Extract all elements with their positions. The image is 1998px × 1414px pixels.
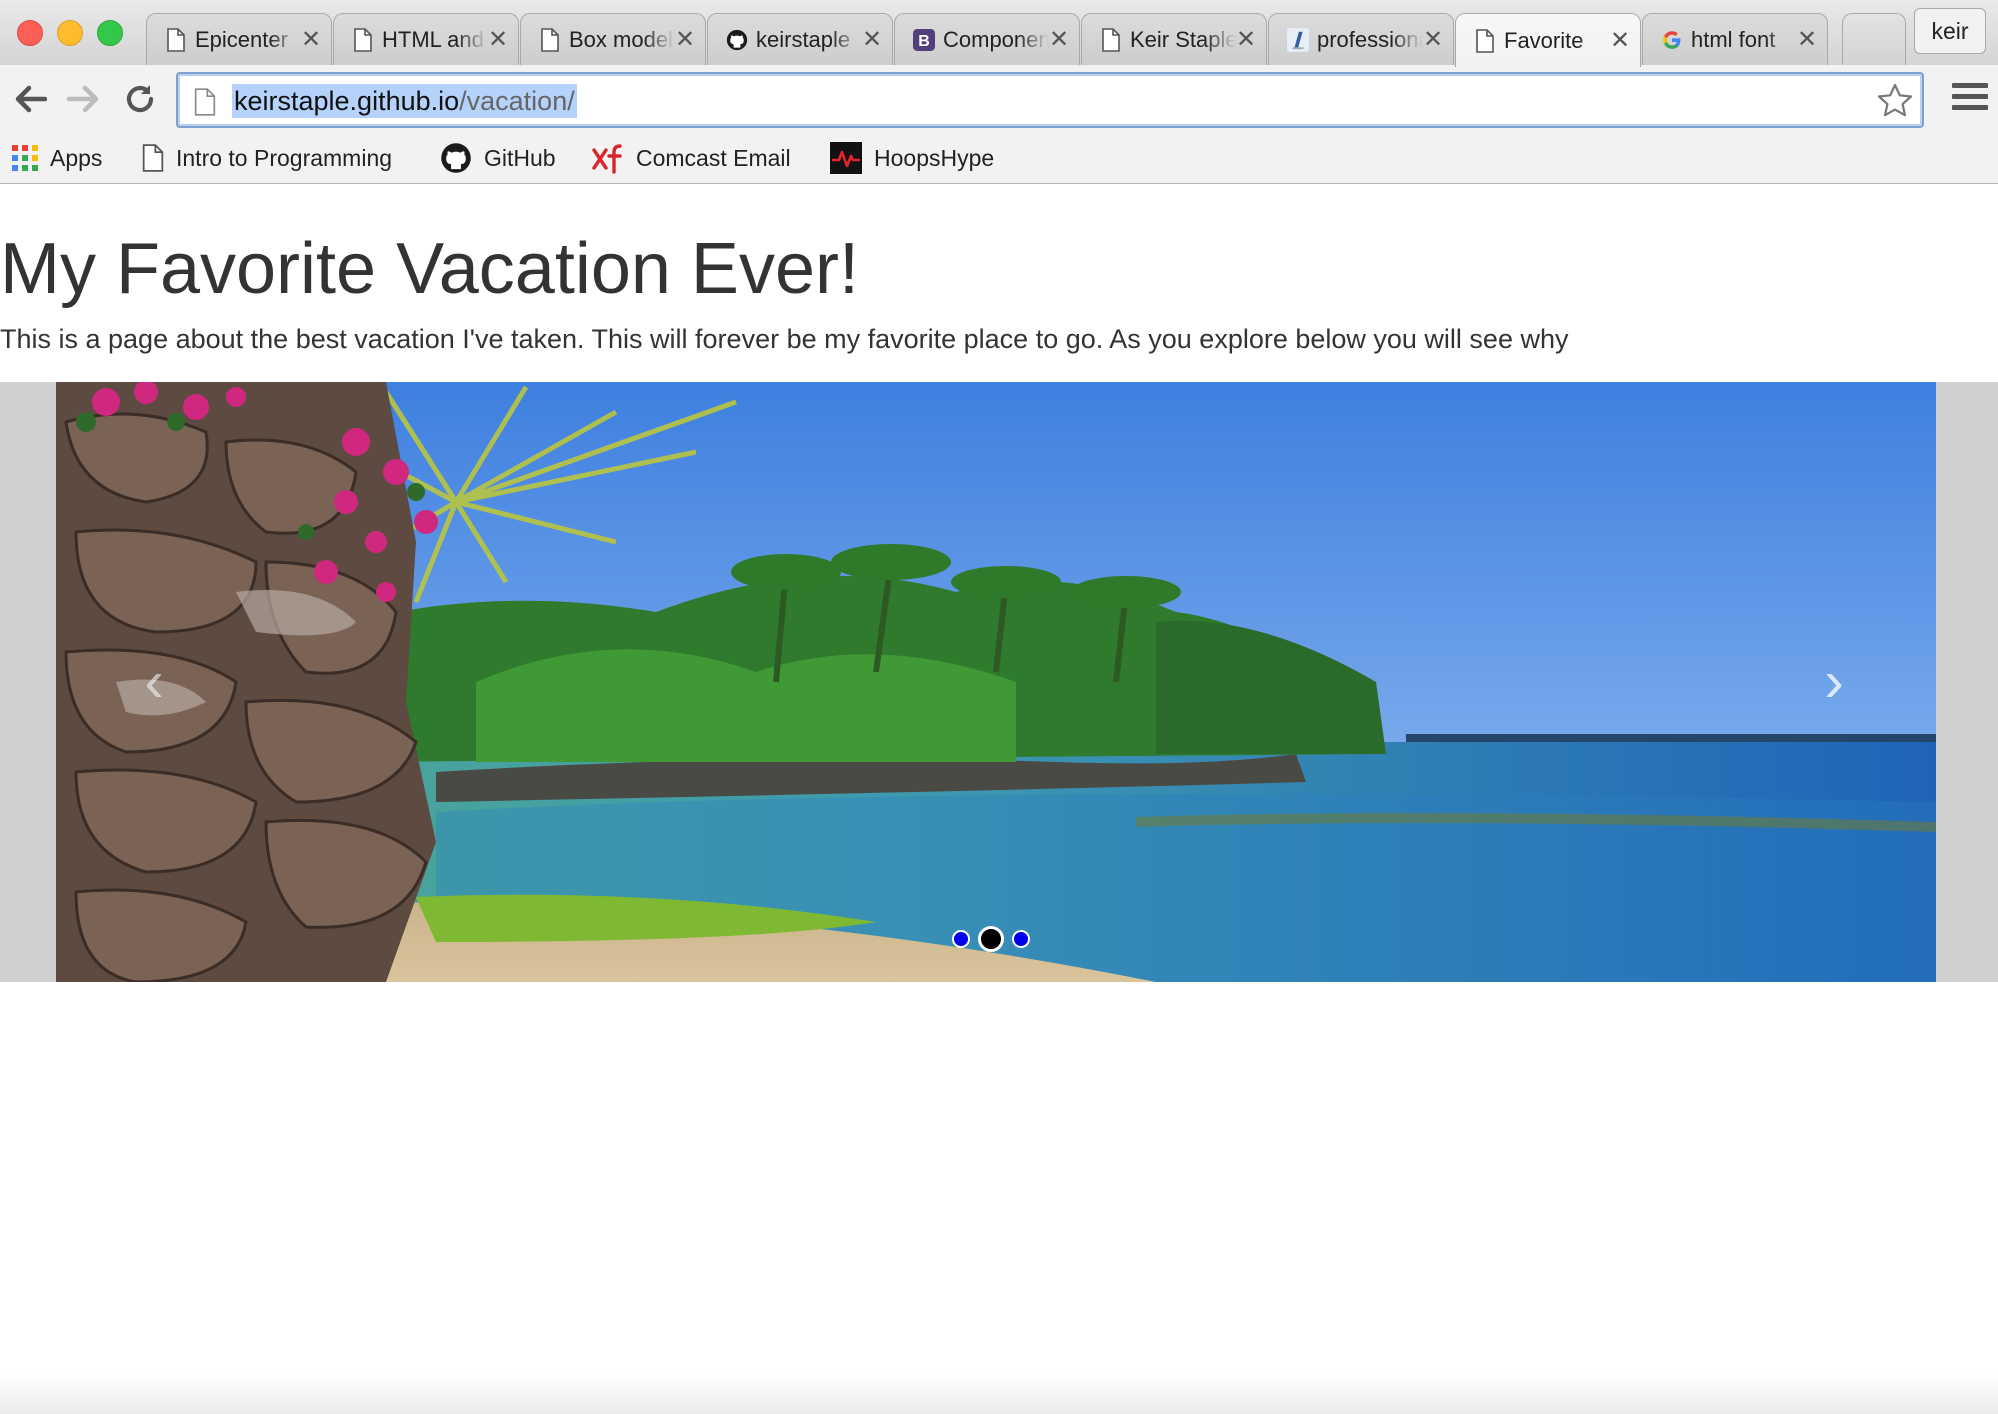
back-arrow-icon [15,85,47,113]
close-window-button[interactable] [17,20,43,46]
page-icon [165,27,187,53]
reload-button[interactable] [120,79,160,119]
forward-arrow-icon [67,85,99,113]
carousel-indicator-1[interactable] [952,930,970,948]
browser-toolbar: keirstaple.github.io/vacation/ [0,65,1998,135]
tab-close-icon[interactable]: ✕ [1049,27,1069,52]
bookmarks-bar: Apps Intro to Programming GitHub Comcast… [0,135,1998,184]
tab-close-icon[interactable]: ✕ [1797,27,1817,52]
new-tab-button[interactable] [1842,13,1906,65]
tab-close-icon[interactable]: ✕ [862,27,882,52]
bookmark-intro-to-programming[interactable]: Intro to Programming [142,135,392,181]
tab-5[interactable]: B Components ✕ [894,13,1080,65]
bookmark-star-icon[interactable] [1876,82,1914,125]
carousel-next-button[interactable]: › [1804,652,1864,712]
chrome-menu-icon[interactable] [1952,83,1988,117]
tab-2[interactable]: HTML and ✕ [333,13,519,65]
address-url[interactable]: keirstaple.github.io/vacation/ [232,84,577,118]
tab-close-icon[interactable]: ✕ [301,27,321,52]
tab-title: Epicenter [195,26,288,52]
page-icon [1100,27,1122,53]
tab-3[interactable]: Box model ✕ [520,13,706,65]
tab-title: Favorite [1504,27,1584,53]
carousel-slide-image [56,382,1936,982]
intro-paragraph: This is a page about the best vacation I… [0,324,1569,354]
page-icon [194,88,216,121]
bookmark-apps[interactable]: Apps [12,135,102,181]
tab-close-icon[interactable]: ✕ [1236,27,1256,52]
google-icon [1661,27,1683,53]
page-icon [539,27,561,53]
address-bar[interactable]: keirstaple.github.io/vacation/ [176,72,1924,128]
bookmark-label: GitHub [484,144,556,171]
browser-title-bar: Epicenter ✕ HTML and ✕ Box model ✕ keirs… [0,0,1998,67]
github-icon [726,27,748,53]
tab-9[interactable]: html font ✕ [1642,13,1828,65]
carousel-prev-button[interactable]: ‹ [124,652,184,712]
chevron-left-icon: ‹ [144,649,164,714]
carousel-indicator-2-active[interactable] [978,926,1004,952]
forward-button[interactable] [64,79,104,119]
page-content: My Favorite Vacation Ever! This is a pag… [0,184,1998,1414]
carousel-indicator-3[interactable] [1012,930,1030,948]
xfinity-icon [592,142,624,174]
tab-title: professional [1317,26,1423,52]
hoopshype-icon [830,142,862,174]
address-host: keirstaple.github.io [234,86,460,116]
reload-icon [126,85,154,113]
carousel-indicators [952,926,1030,952]
page-title: My Favorite Vacation Ever! [0,229,859,309]
tab-title: Keir Staple [1130,26,1236,52]
tab-title: keirstaple [756,26,851,52]
bookmark-hoopshype[interactable]: HoopsHype [830,135,994,181]
svg-text:B: B [918,31,930,49]
bookmark-github[interactable]: GitHub [440,135,556,181]
bookmark-label: Comcast Email [636,144,791,171]
tab-7[interactable]: professional ✕ [1268,13,1454,65]
github-icon [440,142,472,174]
back-button[interactable] [10,79,50,119]
window-bottom-edge [0,1374,1998,1414]
tab-1[interactable]: Epicenter ✕ [146,13,332,65]
page-icon [142,144,164,172]
tab-title: Box model [569,26,673,52]
tab-6[interactable]: Keir Staple ✕ [1081,13,1267,65]
tab-close-icon[interactable]: ✕ [488,27,508,52]
chevron-right-icon: › [1824,649,1844,714]
apps-grid-icon [12,145,38,171]
bookmark-comcast-email[interactable]: Comcast Email [592,135,791,181]
address-path: /vacation/ [459,86,575,116]
tab-close-icon[interactable]: ✕ [675,27,695,52]
tab-title: Components [943,26,1049,52]
bootstrap-icon: B [913,27,935,53]
page-icon [1474,28,1496,54]
tab-8-active[interactable]: Favorite ✕ [1455,13,1641,67]
bookmark-label: HoopsHype [874,144,995,171]
tab-title: HTML and [382,26,484,52]
profile-button[interactable]: keir [1914,8,1986,54]
minimize-window-button[interactable] [57,20,83,46]
page-icon [352,27,374,53]
image-carousel: ‹ › [0,382,1998,982]
tab-title: html font [1691,26,1776,52]
lynda-icon [1287,27,1309,53]
bookmark-label: Apps [50,144,103,171]
tab-4[interactable]: keirstaple ✕ [707,13,893,65]
bookmark-label: Intro to Programming [176,144,393,171]
zoom-window-button[interactable] [97,20,123,46]
tab-close-icon[interactable]: ✕ [1610,28,1630,53]
tab-close-icon[interactable]: ✕ [1423,27,1443,52]
